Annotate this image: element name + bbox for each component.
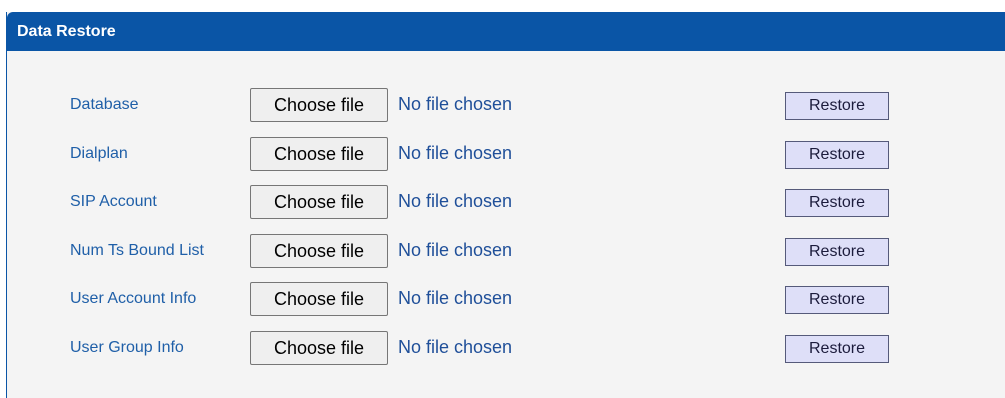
file-status: No file chosen — [398, 288, 513, 308]
restore-button[interactable]: Restore — [785, 286, 889, 314]
restore-button[interactable]: Restore — [785, 92, 889, 120]
choose-file-button[interactable]: Choose file — [250, 331, 388, 365]
restore-button[interactable]: Restore — [785, 141, 889, 169]
choose-file-button[interactable]: Choose file — [250, 234, 388, 268]
row-label: Num Ts Bound List — [70, 242, 204, 259]
restore-row-database: Database Choose file No file chosen Rest… — [7, 87, 1005, 123]
row-label: Database — [70, 96, 139, 113]
row-label: User Account Info — [70, 290, 197, 307]
choose-file-button[interactable]: Choose file — [250, 88, 388, 122]
row-label: Dialplan — [70, 145, 128, 162]
restore-button[interactable]: Restore — [785, 335, 889, 363]
file-status: No file chosen — [398, 143, 513, 163]
choose-file-button[interactable]: Choose file — [250, 282, 388, 316]
restore-row-dialplan: Dialplan Choose file No file chosen Rest… — [7, 136, 1005, 172]
choose-file-button[interactable]: Choose file — [250, 137, 388, 171]
row-label: SIP Account — [70, 193, 157, 210]
restore-row-num-ts-bound-list: Num Ts Bound List Choose file No file ch… — [7, 233, 1005, 269]
restore-row-user-account-info: User Account Info Choose file No file ch… — [7, 281, 1005, 317]
file-status: No file chosen — [398, 240, 513, 260]
restore-row-user-group-info: User Group Info Choose file No file chos… — [7, 330, 1005, 366]
restore-button[interactable]: Restore — [785, 238, 889, 266]
data-restore-panel: Data Restore Database Choose file No fil… — [6, 12, 1005, 398]
choose-file-button[interactable]: Choose file — [250, 185, 388, 219]
row-label: User Group Info — [70, 339, 184, 356]
panel-title: Data Restore — [7, 12, 1005, 51]
file-status: No file chosen — [398, 191, 513, 211]
file-status: No file chosen — [398, 337, 513, 357]
restore-row-sip-account: SIP Account Choose file No file chosen R… — [7, 184, 1005, 220]
file-status: No file chosen — [398, 94, 513, 114]
restore-button[interactable]: Restore — [785, 189, 889, 217]
